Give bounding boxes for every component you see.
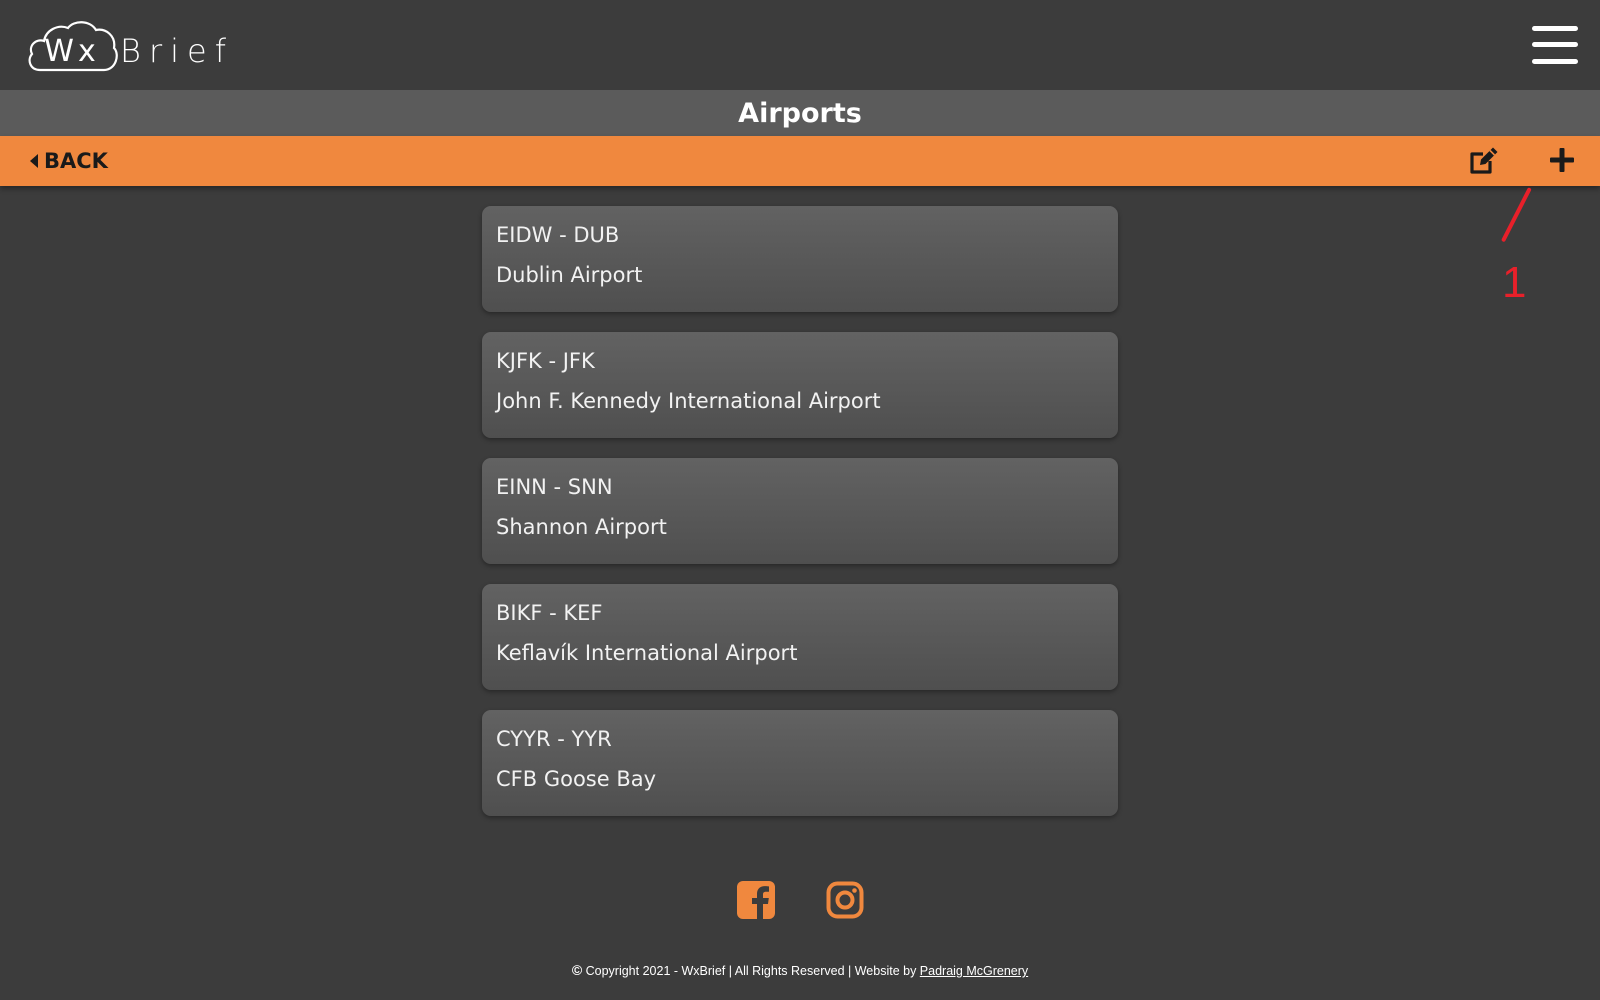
footer-text: Copyright 2021 - WxBrief | All Rights Re… xyxy=(582,964,920,978)
airport-name: Dublin Airport xyxy=(496,263,643,287)
plus-icon xyxy=(1550,148,1574,172)
annotation-pointer-line xyxy=(1500,187,1532,243)
add-airport-button[interactable] xyxy=(1548,146,1576,174)
logo-brief-text: Brief xyxy=(120,32,234,70)
airport-card[interactable]: CYYR - YYR CFB Goose Bay xyxy=(482,710,1118,816)
airport-code: KJFK - JFK xyxy=(496,349,595,373)
annotation-marker-1: 1 xyxy=(1502,258,1527,307)
footer: © Copyright 2021 - WxBrief | All Rights … xyxy=(0,962,1600,978)
airport-card[interactable]: EINN - SNN Shannon Airport xyxy=(482,458,1118,564)
airport-name: Keflavík International Airport xyxy=(496,641,798,665)
top-header: Wx Brief xyxy=(0,0,1600,90)
airport-code: EINN - SNN xyxy=(496,475,613,499)
airport-list: EIDW - DUB Dublin Airport KJFK - JFK Joh… xyxy=(482,206,1118,836)
page-title: Airports xyxy=(738,97,862,129)
airport-card[interactable]: BIKF - KEF Keflavík International Airpor… xyxy=(482,584,1118,690)
caret-left-icon xyxy=(30,154,38,168)
author-link[interactable]: Padraig McGrenery xyxy=(920,964,1028,978)
hamburger-menu-icon[interactable] xyxy=(1532,24,1578,66)
airport-code: EIDW - DUB xyxy=(496,223,620,247)
title-bar: Airports xyxy=(0,90,1600,136)
wxbrief-logo[interactable]: Wx Brief xyxy=(26,20,234,74)
action-bar: BACK xyxy=(0,136,1600,186)
airport-card[interactable]: KJFK - JFK John F. Kennedy International… xyxy=(482,332,1118,438)
instagram-icon[interactable] xyxy=(826,881,864,919)
airport-code: CYYR - YYR xyxy=(496,727,612,751)
airport-name: John F. Kennedy International Airport xyxy=(496,389,881,413)
airport-card[interactable]: EIDW - DUB Dublin Airport xyxy=(482,206,1118,312)
copyright-icon: © xyxy=(571,962,583,978)
airport-code: BIKF - KEF xyxy=(496,601,603,625)
edit-icon[interactable] xyxy=(1468,145,1500,177)
logo-wx-text: Wx xyxy=(44,33,100,69)
back-button[interactable]: BACK xyxy=(30,136,108,186)
hamburger-line xyxy=(1532,42,1578,47)
hamburger-line xyxy=(1532,26,1578,31)
hamburger-line xyxy=(1532,59,1578,64)
airport-name: Shannon Airport xyxy=(496,515,667,539)
cloud-logo-icon: Wx xyxy=(26,20,118,74)
back-label: BACK xyxy=(44,149,108,173)
airport-name: CFB Goose Bay xyxy=(496,767,657,791)
facebook-icon[interactable] xyxy=(737,881,775,919)
